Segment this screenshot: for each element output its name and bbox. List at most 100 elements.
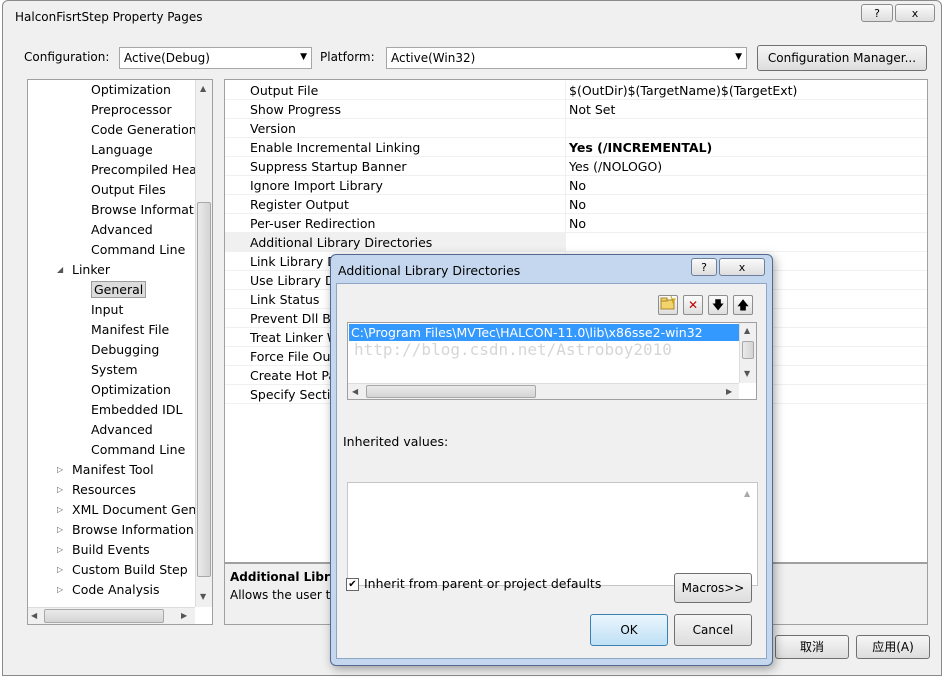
collapsed-arrow-icon[interactable]: ▷	[57, 501, 63, 519]
window-title: HalconFisrtStep Property Pages	[15, 10, 203, 24]
collapsed-arrow-icon[interactable]: ▷	[57, 561, 63, 579]
move-down-button[interactable]: 🡇	[708, 295, 728, 315]
scroll-up-icon[interactable]: ▲	[744, 489, 750, 498]
tree-item[interactable]: ▷ Custom Build Step	[57, 561, 188, 579]
tree-item[interactable]: Advanced	[91, 221, 153, 239]
scroll-up-icon[interactable]: ▲	[744, 326, 750, 335]
tree-item[interactable]: Optimization	[91, 81, 171, 99]
macros-button[interactable]: Macros>>	[674, 573, 752, 603]
property-name[interactable]: Ignore Import Library	[225, 176, 565, 195]
watermark: http://blog.csdn.net/Astroboy2010	[354, 340, 672, 359]
property-value[interactable]: Not Set	[565, 100, 927, 119]
tree-item[interactable]: Preprocessor	[91, 101, 172, 119]
window-close-button[interactable]: x	[895, 4, 935, 22]
configuration-dropdown[interactable]: Active(Debug) ▼	[119, 47, 312, 69]
tree-item[interactable]: ▷ XML Document Gene	[57, 501, 204, 519]
scroll-down-icon[interactable]: ▼	[200, 592, 206, 601]
property-value[interactable]: No	[565, 214, 927, 233]
property-value[interactable]: No	[565, 176, 927, 195]
tree-item[interactable]: Language	[91, 141, 153, 159]
property-value[interactable]	[565, 233, 927, 252]
tree-item[interactable]: Command Line	[91, 441, 185, 459]
property-value[interactable]: No	[565, 195, 927, 214]
new-folder-icon	[660, 295, 677, 313]
tree-item[interactable]: ▷ Code Analysis	[57, 581, 160, 599]
property-name[interactable]: Enable Incremental Linking	[225, 138, 565, 157]
tree-item[interactable]: Advanced	[91, 421, 153, 439]
inherited-values-label: Inherited values:	[343, 434, 449, 449]
tree-item[interactable]: Command Line	[91, 241, 185, 259]
property-name[interactable]: Register Output	[225, 195, 565, 214]
scroll-up-icon[interactable]: ▲	[200, 84, 206, 93]
scroll-left-icon[interactable]: ◀	[352, 387, 358, 396]
collapsed-arrow-icon[interactable]: ▷	[57, 541, 63, 559]
property-name[interactable]: Show Progress	[225, 100, 565, 119]
property-name[interactable]: Version	[225, 119, 565, 138]
list-horizontal-scrollbar[interactable]: ◀ ▶	[348, 383, 739, 399]
list-scroll-thumb[interactable]	[742, 341, 754, 359]
tree-item[interactable]: Browse Informatio	[91, 201, 205, 219]
tree-item[interactable]: Precompiled Head	[91, 161, 205, 179]
inherit-checkbox-label[interactable]: Inherit from parent or project defaults	[364, 576, 601, 591]
scroll-right-icon[interactable]: ▶	[181, 611, 187, 620]
tree-item-label: Code Generation	[91, 122, 197, 137]
tree-item[interactable]: ◢ Linker	[57, 261, 110, 279]
collapsed-arrow-icon[interactable]: ▷	[57, 481, 63, 499]
scroll-right-icon[interactable]: ▶	[726, 387, 732, 396]
tree-item[interactable]: General	[91, 281, 147, 299]
inherit-checkbox[interactable]: ✔	[346, 578, 359, 591]
collapsed-arrow-icon[interactable]: ▷	[57, 581, 63, 599]
property-value[interactable]	[565, 119, 927, 138]
tree-item[interactable]: Embedded IDL	[91, 401, 182, 419]
tree-horizontal-scrollbar[interactable]: ◀ ▶	[28, 607, 195, 624]
check-icon: ✔	[348, 579, 357, 590]
property-name[interactable]: Suppress Startup Banner	[225, 157, 565, 176]
tree-item-label: Command Line	[91, 442, 186, 457]
directory-entry[interactable]: C:\Program Files\MVTec\HALCON-11.0\lib\x…	[349, 324, 739, 341]
tree-hscroll-thumb[interactable]	[44, 609, 164, 623]
tree-item[interactable]: ▷ Manifest Tool	[57, 461, 154, 479]
dialog-cancel-button[interactable]: Cancel	[674, 614, 752, 646]
tree-item-label: Input	[91, 302, 124, 317]
property-value[interactable]: Yes (/NOLOGO)	[565, 157, 927, 176]
list-vertical-scrollbar[interactable]: ▲ ▼	[739, 323, 756, 383]
cancel-button[interactable]: 取消	[775, 635, 849, 659]
collapsed-arrow-icon[interactable]: ▷	[57, 461, 63, 479]
tree-item[interactable]: Output Files	[91, 181, 166, 199]
dialog-help-button[interactable]: ?	[691, 258, 717, 276]
scroll-down-icon[interactable]: ▼	[744, 369, 750, 378]
tree-item-label: Embedded IDL	[91, 402, 183, 417]
tree-scroll-thumb[interactable]	[197, 202, 211, 577]
tree-item[interactable]: Code Generation	[91, 121, 197, 139]
collapsed-arrow-icon[interactable]: ▷	[57, 521, 63, 539]
dialog-client-area: ✕ 🡇 🡅 C:\Program Files\MVTec\HALCON-11.0…	[336, 283, 767, 659]
tree-item[interactable]: ▷ Build Events	[57, 541, 150, 559]
move-up-button[interactable]: 🡅	[733, 295, 753, 315]
tree-item[interactable]: ▷ Resources	[57, 481, 136, 499]
dialog-close-button[interactable]: x	[719, 258, 765, 276]
expanded-arrow-icon[interactable]: ◢	[57, 261, 63, 279]
scroll-left-icon[interactable]: ◀	[31, 611, 37, 620]
platform-dropdown[interactable]: Active(Win32) ▼	[386, 47, 747, 69]
tree-item[interactable]: Manifest File	[91, 321, 169, 339]
tree-item-label: Code Analysis	[72, 582, 160, 597]
tree-item[interactable]: System	[91, 361, 138, 379]
tree-item[interactable]: Optimization	[91, 381, 171, 399]
apply-button[interactable]: 应用(A)	[856, 635, 930, 659]
new-folder-button[interactable]	[658, 295, 678, 315]
list-hscroll-thumb[interactable]	[366, 385, 536, 398]
ok-button[interactable]: OK	[590, 614, 668, 646]
configuration-manager-button[interactable]: Configuration Manager...	[757, 45, 927, 71]
property-value[interactable]: Yes (/INCREMENTAL)	[565, 138, 927, 157]
property-name[interactable]: Additional Library Directories	[225, 233, 565, 252]
tree-item-label: Resources	[72, 482, 136, 497]
tree-item[interactable]: Input	[91, 301, 123, 319]
property-name[interactable]: Output File	[225, 81, 565, 100]
tree-vertical-scrollbar[interactable]: ▲ ▼	[195, 80, 212, 607]
tree-item[interactable]: Debugging	[91, 341, 159, 359]
delete-button[interactable]: ✕	[683, 295, 703, 315]
property-name[interactable]: Per-user Redirection	[225, 214, 565, 233]
tree-item[interactable]: ▷ Browse Information	[57, 521, 194, 539]
help-button[interactable]: ?	[861, 4, 893, 22]
property-value[interactable]: $(OutDir)$(TargetName)$(TargetExt)	[565, 81, 927, 100]
